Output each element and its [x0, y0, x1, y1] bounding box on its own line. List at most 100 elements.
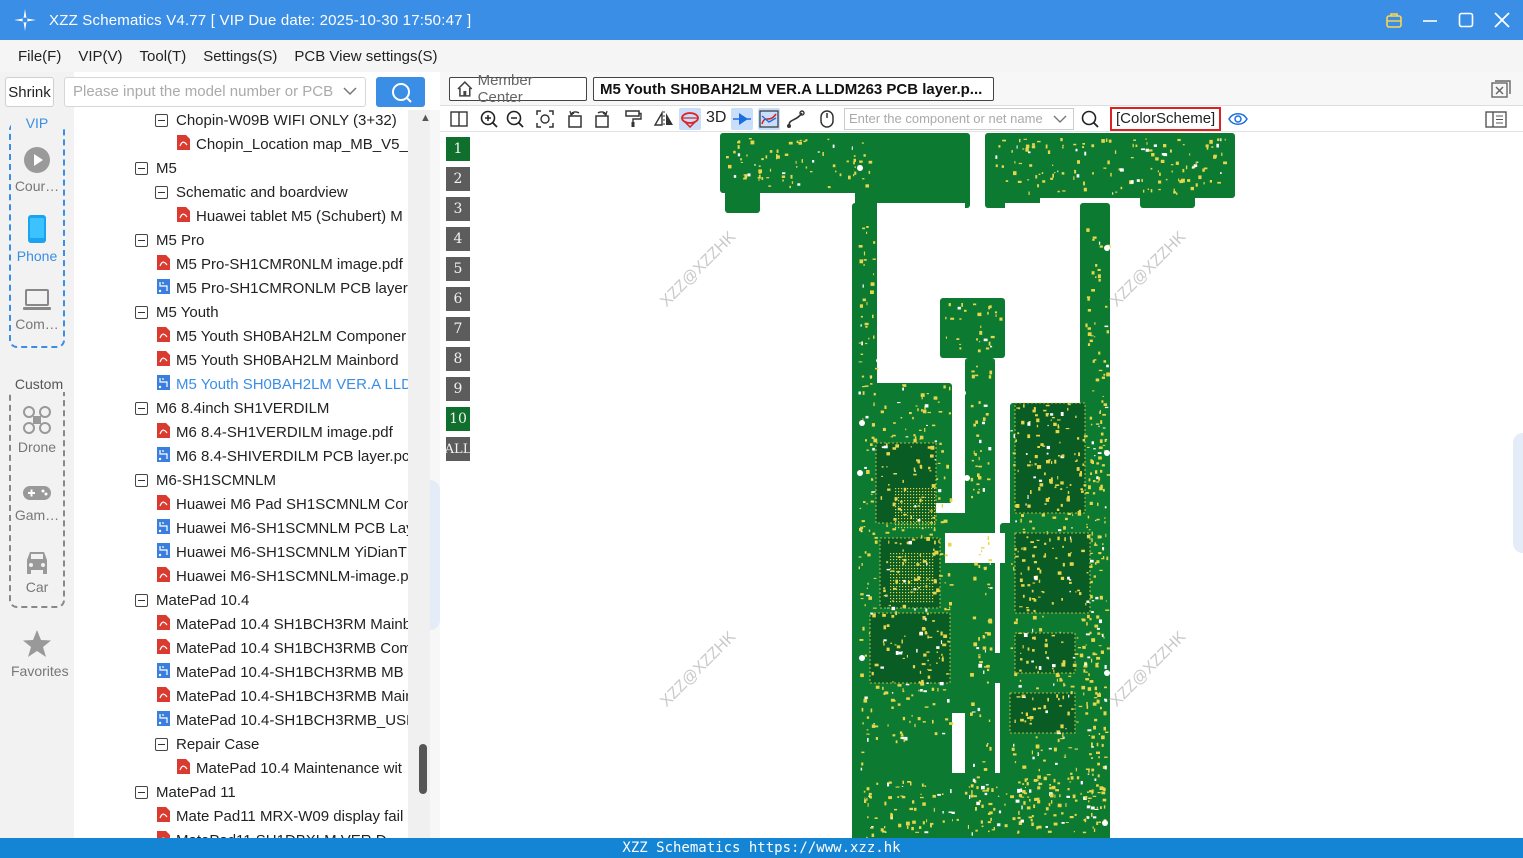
tree-item-label: MatePad 10.4-SH1BCH3RMB Main: [176, 687, 408, 705]
search-button[interactable]: [376, 77, 425, 107]
tree-file[interactable]: M5 Youth SH0BAH2LM Componer: [157, 324, 406, 348]
tree-file[interactable]: Huawei M6-SH1SCMNLM YiDianT: [157, 540, 407, 564]
tree-file[interactable]: Chopin_Location map_MB_V5_A: [177, 132, 408, 156]
chevron-down-icon[interactable]: [343, 86, 357, 96]
pcb-canvas[interactable]: 1 2 3 4 5 6 7 8 9 10 ALL XZZ@XZZHK XZZ@XZZHK XZZ@X…: [440, 133, 1523, 838]
tree-folder[interactable]: MatePad 10.4: [135, 588, 249, 612]
rail-item-favorites[interactable]: Favorites: [11, 629, 69, 679]
tab-document[interactable]: M5 Youth SH0BAH2LM VER.A LLDM263 PCB lay…: [593, 77, 994, 101]
mouse-mode-button[interactable]: [816, 108, 838, 130]
rotate-left-button[interactable]: [564, 108, 586, 130]
collapse-toggle-icon[interactable]: [135, 593, 148, 607]
close-button[interactable]: [1491, 9, 1513, 31]
3d-view-button[interactable]: 3D: [706, 109, 726, 127]
tree-scrollbar[interactable]: ▲: [408, 110, 431, 838]
tree-file[interactable]: Huawei M6-SH1SCMNLM-image.p: [157, 564, 408, 588]
scroll-thumb[interactable]: [419, 744, 427, 794]
minimize-button[interactable]: [1419, 9, 1441, 31]
shrink-button[interactable]: Shrink: [5, 77, 54, 107]
tree-item-label: M6-SH1SCMNLM: [156, 471, 277, 489]
tree-file[interactable]: Mate Pad11 MRX-W09 display fail: [157, 804, 403, 828]
pcb-board[interactable]: [440, 133, 1523, 838]
pcb-file-icon: [157, 446, 176, 466]
tree-file[interactable]: Huawei M6 Pad SH1SCMNLM Con: [157, 492, 408, 516]
zoom-out-button[interactable]: [504, 108, 526, 130]
collapse-toggle-icon[interactable]: [135, 305, 148, 319]
net-search-input[interactable]: Enter the component or net name: [844, 108, 1074, 130]
menu-file[interactable]: File(F): [18, 48, 61, 65]
tree-folder[interactable]: M5 Youth: [135, 300, 219, 324]
tree-folder[interactable]: MatePad 11: [135, 780, 236, 804]
pcb-file-icon: [157, 518, 176, 538]
tree-file[interactable]: MatePad 10.4-SH1BCH3RMB MB F: [157, 660, 408, 684]
rail-item-car[interactable]: Car: [11, 549, 63, 595]
menu-pcb-view-settings[interactable]: PCB View settings(S): [294, 48, 437, 65]
tree-folder[interactable]: Chopin-W09B WIFI ONLY (3+32): [155, 110, 397, 132]
collapse-toggle-icon[interactable]: [135, 785, 148, 799]
tree-file[interactable]: MatePad11 SH1DBXLM VER.D...: [157, 828, 399, 838]
right-panel-handle[interactable]: [1513, 433, 1523, 553]
rotate-right-button[interactable]: [591, 108, 613, 130]
rail-item-games[interactable]: Gam…: [11, 483, 63, 523]
vip-bag-icon[interactable]: [1383, 9, 1405, 31]
tree-folder[interactable]: M5 Pro: [135, 228, 204, 252]
tree-file[interactable]: M5 Youth SH0BAH2LM VER.A LLDI: [157, 372, 408, 396]
zoom-in-button[interactable]: [478, 108, 500, 130]
rail-item-label: Drone: [17, 439, 57, 455]
tree-file[interactable]: MatePad 10.4 Maintenance wit: [177, 756, 402, 780]
collapse-toggle-icon[interactable]: [135, 233, 148, 247]
tree-file[interactable]: Huawei tablet M5 (Schubert) M: [177, 204, 403, 228]
tree-folder[interactable]: Repair Case: [155, 732, 259, 756]
board-outline-button[interactable]: [679, 108, 701, 130]
chevron-down-icon[interactable]: [1053, 114, 1067, 124]
rail-item-phone[interactable]: Phone: [11, 214, 63, 264]
split-view-button[interactable]: [448, 108, 470, 130]
tab-label: Member Center: [477, 72, 533, 106]
tree-file[interactable]: M5 Youth SH0BAH2LM Mainbord: [157, 348, 399, 372]
tree-file[interactable]: Huawei M6-SH1SCMNLM PCB Lay: [157, 516, 408, 540]
collapse-toggle-icon[interactable]: [135, 401, 148, 415]
color-scheme-button[interactable]: [ColorScheme]: [1110, 107, 1222, 131]
mirror-button[interactable]: [653, 108, 675, 130]
paint-button[interactable]: [622, 108, 644, 130]
collapse-toggle-icon[interactable]: [155, 737, 168, 751]
tree-file[interactable]: MatePad 10.4-SH1BCH3RMB Main: [157, 684, 408, 708]
collapse-handle[interactable]: [430, 480, 440, 630]
rail-item-drone[interactable]: Drone: [11, 405, 63, 455]
trace-button[interactable]: [785, 108, 807, 130]
tree-file[interactable]: MatePad 10.4 SH1BCH3RM Mainb: [157, 612, 408, 636]
collapse-toggle-icon[interactable]: [135, 161, 148, 175]
tree-file[interactable]: M5 Pro-SH1CMR0NLM image.pdf: [157, 252, 403, 276]
tree-folder[interactable]: M6 8.4inch SH1VERDILM: [135, 396, 329, 420]
tree-folder[interactable]: M5: [135, 156, 177, 180]
tree-file[interactable]: MatePad 10.4-SH1BCH3RMB_USB: [157, 708, 408, 732]
tree-file[interactable]: M6 8.4-SH1VERDILM image.pdf: [157, 420, 393, 444]
fit-view-button[interactable]: [534, 108, 556, 130]
collapse-toggle-icon[interactable]: [155, 113, 168, 127]
maximize-button[interactable]: [1455, 9, 1477, 31]
tree-file[interactable]: M6 8.4-SHIVERDILM PCB layer.pcb: [157, 444, 408, 468]
tree-folder[interactable]: M6-SH1SCMNLM: [135, 468, 276, 492]
tree-folder[interactable]: Schematic and boardview: [155, 180, 348, 204]
visibility-button[interactable]: [1227, 108, 1249, 130]
net-search-button[interactable]: [1079, 108, 1101, 130]
menu-tool[interactable]: Tool(T): [140, 48, 187, 65]
menu-settings[interactable]: Settings(S): [203, 48, 277, 65]
net-highlight-button[interactable]: [758, 108, 780, 130]
side-panel-button[interactable]: [1485, 108, 1507, 130]
tab-member-center[interactable]: Member Center: [449, 72, 587, 106]
rail-item-courses[interactable]: Cour…: [11, 146, 63, 194]
model-search-input[interactable]: Please input the model number or PCB: [64, 77, 366, 107]
tree-item-label: M5 Youth: [156, 303, 219, 321]
search-icon: [1081, 110, 1099, 128]
tree-file[interactable]: MatePad 10.4 SH1BCH3RMB Comp: [157, 636, 408, 660]
menu-vip[interactable]: VIP(V): [78, 48, 122, 65]
close-all-tabs-icon[interactable]: [1491, 80, 1511, 98]
title-bar: XZZ Schematics V4.77 [ VIP Due date: 202…: [0, 0, 1523, 40]
pin-select-button[interactable]: [731, 108, 753, 130]
panel-divider[interactable]: [430, 110, 440, 838]
rail-item-computer[interactable]: Com…: [11, 288, 63, 332]
collapse-toggle-icon[interactable]: [155, 185, 168, 199]
tree-file[interactable]: M5 Pro-SH1CMRONLM PCB layer.p: [157, 276, 408, 300]
collapse-toggle-icon[interactable]: [135, 473, 148, 487]
